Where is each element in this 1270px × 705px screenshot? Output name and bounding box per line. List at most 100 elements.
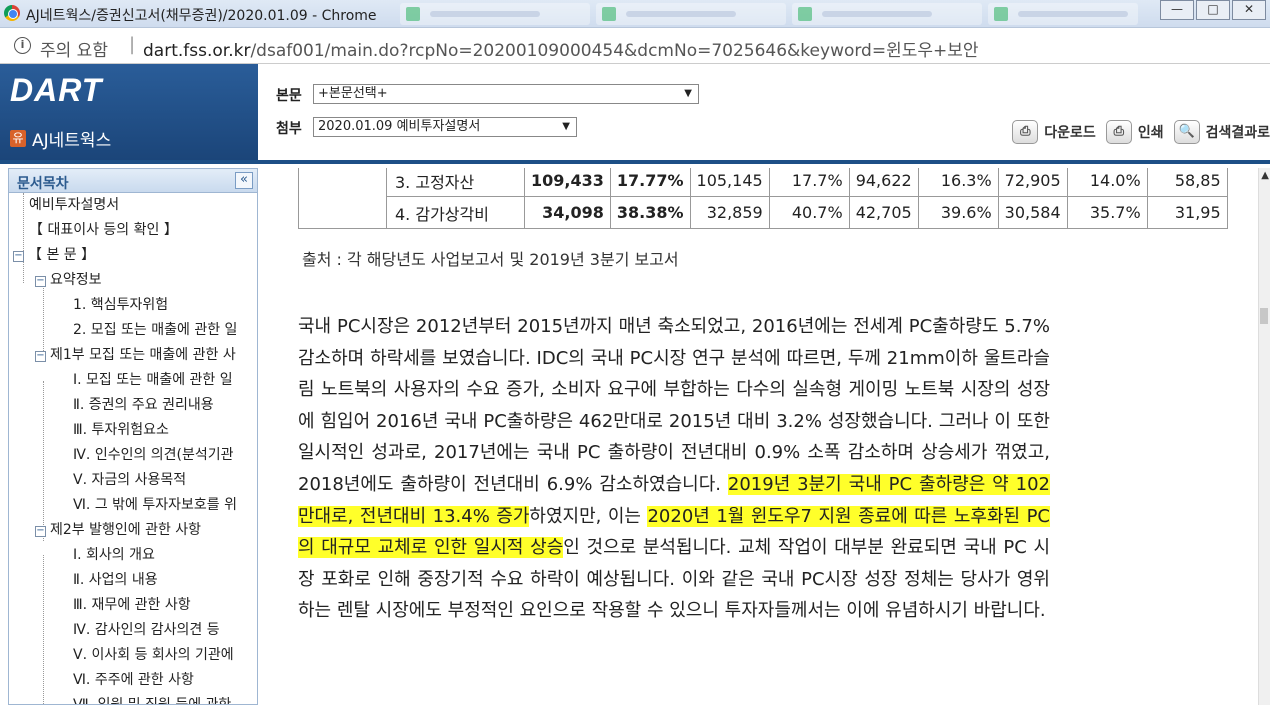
chevron-down-icon: ▼ — [562, 121, 570, 132]
dart-logo[interactable]: DART — [10, 72, 102, 109]
toc-item[interactable]: Ⅴ. 이사회 등 회사의 기관에 — [73, 644, 234, 666]
company-row: 유 AJ네트웍스 — [10, 126, 111, 151]
toc-sidebar: 문서목차 « 예비투자설명서 【 대표이사 등의 확인 】 − 【 본 문 】 −… — [8, 168, 258, 705]
toc-item-label: 제1부 모집 또는 매출에 관한 사 — [50, 347, 236, 363]
security-status[interactable]: 주의 요함 — [40, 36, 108, 61]
dart-header: DART 유 AJ네트웍스 본문 +본문선택+ ▼ 첨부 2020.01.09 … — [0, 64, 1270, 164]
print-button[interactable]: ⎙ 인쇄 — [1105, 120, 1164, 144]
body-paragraph: 국내 PC시장은 2012년부터 2015년까지 매년 축소되었고, 2016년… — [298, 311, 1050, 627]
attach-label: 첨부 — [276, 121, 302, 137]
info-icon[interactable]: i — [14, 37, 31, 54]
collapse-toggle-icon[interactable]: − — [13, 251, 24, 262]
body-select-value: +본문선택+ — [318, 86, 388, 101]
table-cell: 14.0% — [1066, 168, 1148, 197]
table-cell: 72,905 — [997, 168, 1068, 197]
toc-item-label: 【 본 문 】 — [28, 247, 96, 263]
toc-title: 문서목차 — [17, 176, 69, 192]
window-controls: — □ ✕ — [1158, 0, 1266, 20]
toc-item-label: 요약정보 — [50, 272, 102, 288]
table-cell: 31,95 — [1146, 196, 1228, 229]
table-cell: 42,705 — [848, 196, 919, 229]
print-label: 인쇄 — [1137, 125, 1164, 141]
url-host: dart.fss.or.kr — [143, 41, 251, 61]
row-label: 3. 고정자산 — [386, 168, 525, 197]
background-tab[interactable] — [596, 3, 786, 25]
window-titlebar: AJ네트웍스/증권신고서(채무증권)/2020.01.09 - Chrome —… — [0, 0, 1270, 28]
table-cell: 32,859 — [689, 196, 770, 229]
body-select[interactable]: +본문선택+ ▼ — [313, 84, 699, 104]
collapse-toggle-icon[interactable]: − — [35, 276, 46, 287]
collapse-sidebar-button[interactable]: « — [235, 172, 253, 189]
table-cell: 94,622 — [848, 168, 919, 197]
toc-item[interactable]: Ⅳ. 감사인의 감사의견 등 — [73, 619, 220, 641]
toc-item[interactable]: 예비투자설명서 — [29, 194, 119, 216]
chrome-logo-icon — [4, 5, 20, 21]
search-results-label: 검색결과로 — [1205, 125, 1270, 141]
search-results-button[interactable]: 🔍 검색결과로 — [1173, 120, 1270, 144]
brand-panel: DART 유 AJ네트웍스 — [0, 64, 258, 160]
toc-item[interactable]: Ⅳ. 인수인의 의견(분석기관 — [73, 444, 234, 466]
toc-item[interactable]: Ⅴ. 자금의 사용목적 — [73, 469, 186, 491]
toc-item[interactable]: Ⅱ. 증권의 주요 권리내용 — [73, 394, 214, 416]
toc-item[interactable]: 1. 핵심투자위험 — [73, 294, 168, 316]
search-icon: 🔍 — [1173, 120, 1200, 144]
collapse-toggle-icon[interactable]: − — [35, 351, 46, 362]
toc-header: 문서목차 « — [9, 169, 257, 193]
row-label: 4. 감가상각비 — [386, 196, 525, 229]
table-cell: 17.77% — [609, 168, 691, 197]
toc-item-label: 제2부 발행인에 관한 사항 — [50, 522, 202, 538]
table-cell: 16.3% — [917, 168, 999, 197]
table-row: 3. 고정자산 109,433 17.77% 105,145 17.7% 94,… — [298, 168, 1228, 229]
chevron-down-icon: ▼ — [684, 88, 692, 99]
background-tab[interactable] — [400, 3, 590, 25]
company-badge-icon: 유 — [10, 130, 26, 147]
download-icon: ⎙ — [1012, 120, 1039, 144]
vertical-scrollbar[interactable]: ▲ — [1258, 168, 1270, 705]
toc-item[interactable]: − 제1부 모집 또는 매출에 관한 사 — [35, 344, 236, 366]
printer-icon: ⎙ — [1105, 120, 1132, 144]
close-button[interactable]: ✕ — [1232, 0, 1266, 20]
toc-item[interactable]: 【 대표이사 등의 확인 】 — [29, 219, 178, 241]
toc-item[interactable]: − 제2부 발행인에 관한 사항 — [35, 519, 201, 541]
url-text[interactable]: dart.fss.or.kr/dsaf001/main.do?rcpNo=202… — [143, 36, 979, 61]
toc-item[interactable]: Ⅵ. 주주에 관한 사항 — [73, 669, 194, 691]
header-actions: ⎙ 다운로드 ⎙ 인쇄 🔍 검색결과로 — [1012, 120, 1270, 144]
address-bar[interactable]: i 주의 요함 | dart.fss.or.kr/dsaf001/main.do… — [0, 28, 1270, 64]
tree-line — [23, 193, 24, 283]
toc-item[interactable]: − 요약정보 — [35, 269, 102, 291]
maximize-button[interactable]: □ — [1196, 0, 1230, 20]
toc-item[interactable]: Ⅵ. 그 밖에 투자자보호를 위 — [73, 494, 237, 516]
attach-select-value: 2020.01.09 예비투자설명서 — [318, 119, 481, 134]
scrollbar-thumb[interactable] — [1260, 308, 1268, 324]
table-cell: 34,098 — [524, 196, 611, 229]
table-cell — [298, 168, 387, 229]
table-cell: 30,584 — [997, 196, 1068, 229]
table-cell: 38.38% — [609, 196, 691, 229]
address-separator: | — [129, 34, 136, 55]
toc-item[interactable]: Ⅲ. 재무에 관한 사항 — [73, 594, 191, 616]
collapse-toggle-icon[interactable]: − — [35, 526, 46, 537]
toc-item[interactable]: Ⅲ. 투자위험요소 — [73, 419, 169, 441]
toc-item[interactable]: Ⅰ. 모집 또는 매출에 관한 일 — [73, 369, 233, 391]
tree-line — [43, 555, 44, 704]
document-viewer: 3. 고정자산 109,433 17.77% 105,145 17.7% 94,… — [270, 168, 1270, 705]
toc-item[interactable]: − 【 본 문 】 — [13, 244, 95, 266]
background-tab[interactable] — [792, 3, 982, 25]
company-name: AJ네트웍스 — [32, 131, 112, 151]
background-tab[interactable] — [988, 3, 1138, 25]
toc-item[interactable]: 2. 모집 또는 매출에 관한 일 — [73, 319, 237, 341]
body-label: 본문 — [276, 88, 302, 104]
toc-item[interactable]: Ⅰ. 회사의 개요 — [73, 544, 155, 566]
attach-select[interactable]: 2020.01.09 예비투자설명서 ▼ — [313, 117, 577, 137]
download-button[interactable]: ⎙ 다운로드 — [1012, 120, 1096, 144]
table-cell: 58,85 — [1146, 168, 1228, 197]
toc-item[interactable]: Ⅶ. 임원 및 직원 등에 관한 — [73, 694, 231, 704]
background-tabs — [400, 3, 1138, 25]
toc-item[interactable]: Ⅱ. 사업의 내용 — [73, 569, 158, 591]
scroll-up-icon[interactable]: ▲ — [1261, 170, 1269, 181]
table-cell: 35.7% — [1066, 196, 1148, 229]
table-cell: 109,433 — [524, 168, 611, 197]
url-path: /dsaf001/main.do?rcpNo=20200109000454&dc… — [250, 41, 979, 61]
paragraph-text: 하였지만, 이는 — [529, 505, 648, 527]
minimize-button[interactable]: — — [1160, 0, 1194, 20]
